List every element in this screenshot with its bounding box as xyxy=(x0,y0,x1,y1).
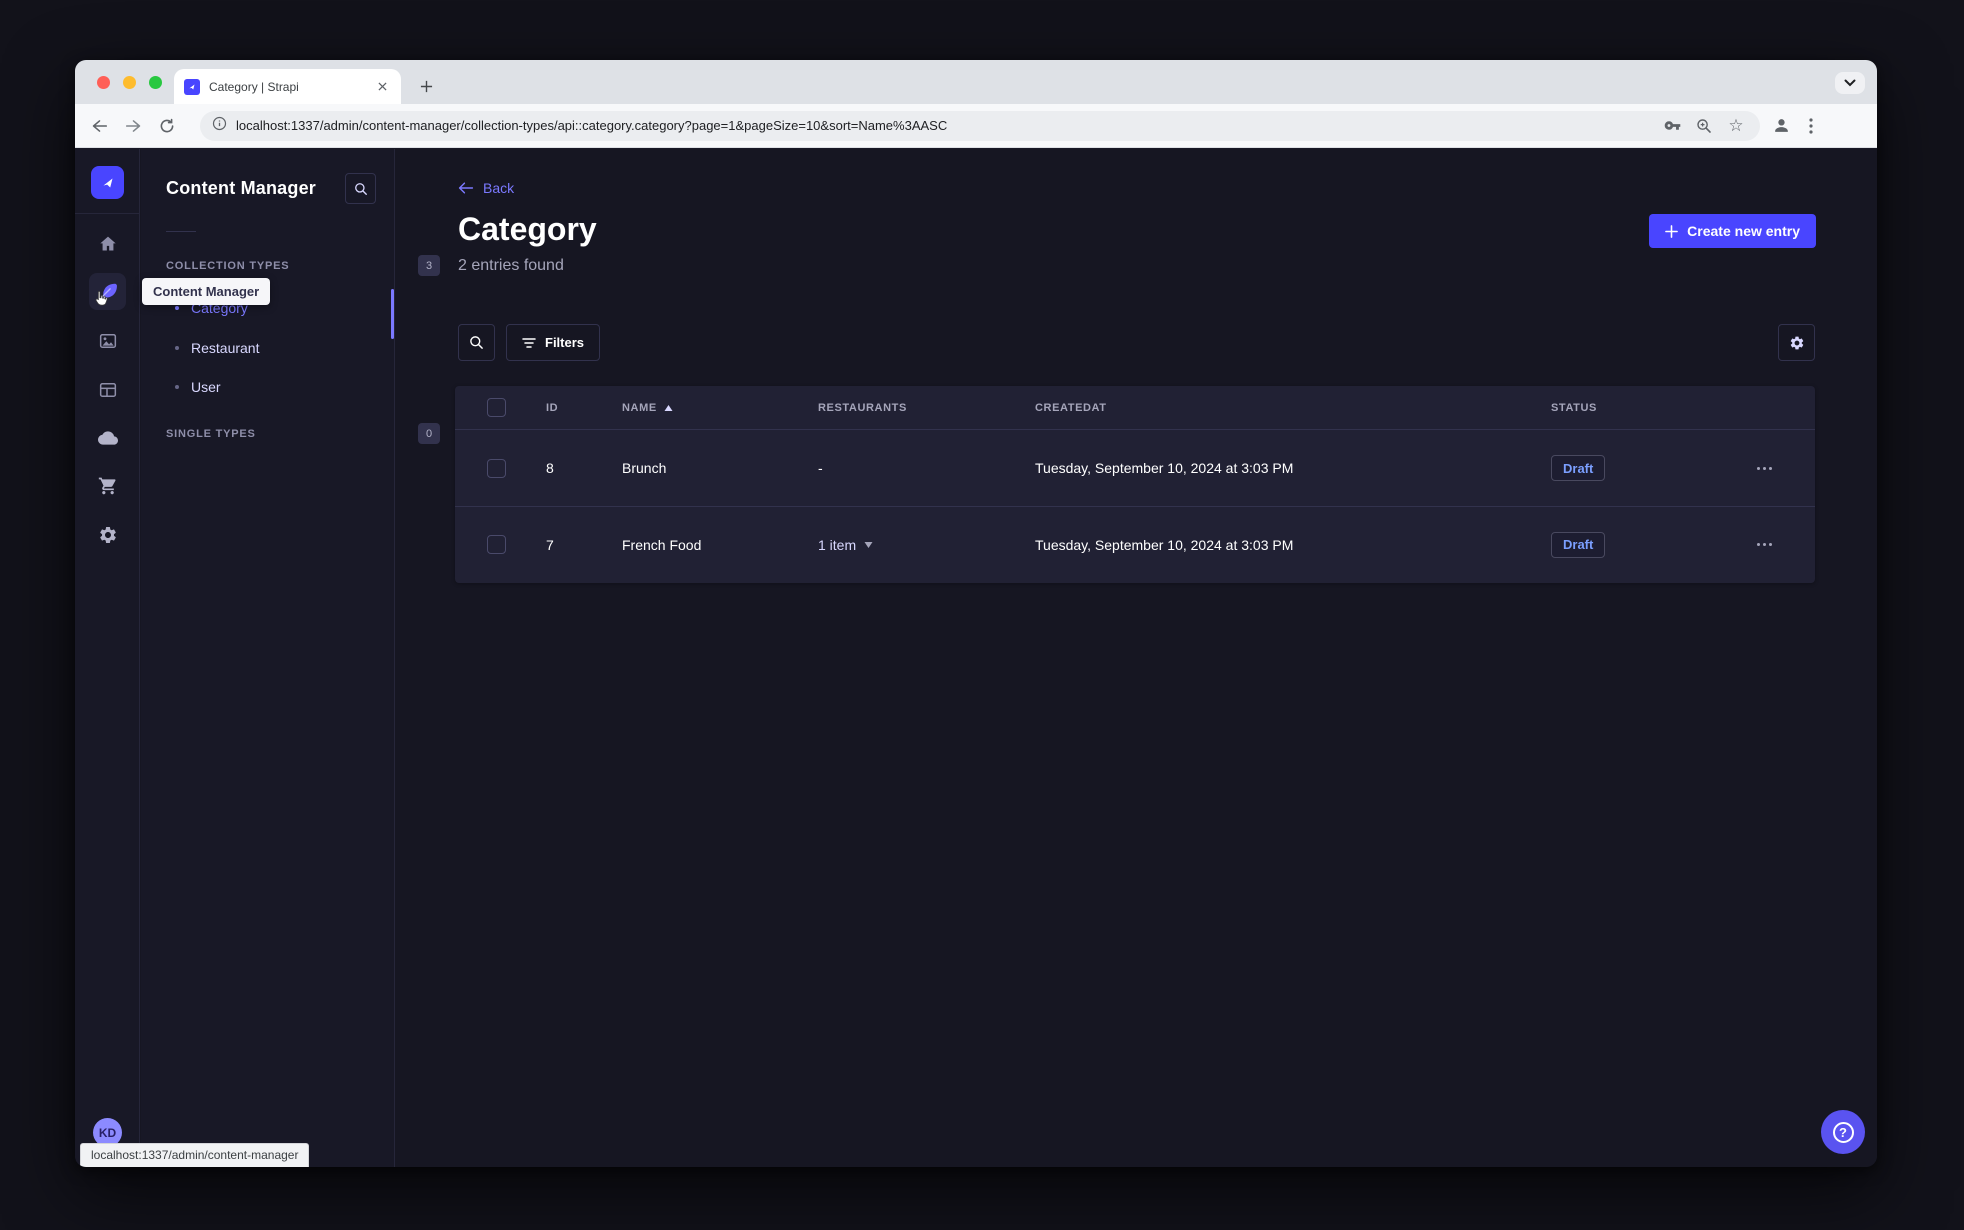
browser-window: Category | Strapi localhost:1337/admin/c… xyxy=(75,60,1877,1167)
collection-types-label: COLLECTION TYPES xyxy=(166,260,290,272)
header-id[interactable]: ID xyxy=(546,402,622,414)
bookmark-star-icon[interactable]: ☆ xyxy=(1724,114,1748,138)
view-settings-button[interactable] xyxy=(1778,324,1815,361)
question-mark-icon: ? xyxy=(1832,1121,1854,1143)
home-icon[interactable] xyxy=(89,225,126,262)
filters-row: Filters xyxy=(458,324,1815,361)
main-nav-rail: KD xyxy=(75,149,140,1167)
cell-name: French Food xyxy=(622,536,702,553)
content-type-builder-icon[interactable] xyxy=(89,371,126,408)
bullet-icon xyxy=(175,306,179,310)
strapi-app: KD Content Manager COLLECTION TYPES 3 Ca… xyxy=(75,149,1877,1167)
header-createdat[interactable]: CREATEDAT xyxy=(1035,402,1551,414)
bullet-icon xyxy=(175,346,179,350)
entries-table: ID NAME RESTAURANTS CREATEDAT STATUS 8 B… xyxy=(455,386,1815,583)
browser-back-icon[interactable] xyxy=(84,111,114,141)
url-text[interactable]: localhost:1337/admin/content-manager/col… xyxy=(236,118,1652,133)
marketplace-cart-icon[interactable] xyxy=(89,467,126,504)
row-checkbox[interactable] xyxy=(487,535,506,554)
tab-title: Category | Strapi xyxy=(209,79,299,94)
browser-reload-icon[interactable] xyxy=(152,111,182,141)
table-row[interactable]: 8 Brunch - Tuesday, September 10, 2024 a… xyxy=(455,430,1815,506)
cell-name: Brunch xyxy=(622,460,667,476)
header-name[interactable]: NAME xyxy=(622,402,818,414)
browser-forward-icon[interactable] xyxy=(118,111,148,141)
passwords-key-icon[interactable] xyxy=(1660,114,1684,138)
cell-restaurants-expand[interactable]: 1 item xyxy=(818,537,1035,553)
page-title: Category xyxy=(458,211,597,247)
url-bar[interactable]: localhost:1337/admin/content-manager/col… xyxy=(200,110,1760,141)
browser-menu-icon[interactable] xyxy=(1796,111,1826,141)
back-link[interactable]: Back xyxy=(458,180,514,196)
status-badge: Draft xyxy=(1551,455,1606,481)
pointer-hand-cursor xyxy=(92,290,109,313)
browser-status-bubble: localhost:1337/admin/content-manager xyxy=(80,1143,310,1167)
cell-id: 7 xyxy=(546,536,554,553)
single-types-label: SINGLE TYPES xyxy=(166,428,256,440)
table-search-button[interactable] xyxy=(458,324,495,361)
content-manager-tooltip: Content Manager xyxy=(142,278,271,305)
cell-createdat: Tuesday, September 10, 2024 at 3:03 PM xyxy=(1035,460,1294,476)
bullet-icon xyxy=(175,385,179,389)
back-label: Back xyxy=(483,180,515,196)
main-content: Back Category 2 entries found Create new… xyxy=(395,149,1877,1167)
rail-divider xyxy=(75,213,140,214)
filters-button[interactable]: Filters xyxy=(506,324,601,361)
browser-toolbar: localhost:1337/admin/content-manager/col… xyxy=(75,104,1877,148)
cloud-icon[interactable] xyxy=(89,419,126,456)
cell-id: 8 xyxy=(546,460,554,476)
header-restaurants: RESTAURANTS xyxy=(818,401,907,414)
subnav-item-label: Restaurant xyxy=(191,340,260,356)
filters-button-label: Filters xyxy=(545,335,585,350)
media-library-icon[interactable] xyxy=(89,322,126,359)
browser-tabstrip: Category | Strapi xyxy=(75,60,1877,104)
settings-gear-icon[interactable] xyxy=(89,516,126,553)
row-actions-menu[interactable] xyxy=(1751,455,1777,481)
minimize-window-button[interactable] xyxy=(123,76,136,89)
plus-icon xyxy=(1665,224,1679,238)
cell-createdat: Tuesday, September 10, 2024 at 3:03 PM xyxy=(1035,536,1294,553)
site-info-icon[interactable] xyxy=(212,116,227,136)
browser-tab[interactable]: Category | Strapi xyxy=(174,69,401,104)
create-new-entry-button[interactable]: Create new entry xyxy=(1649,214,1816,248)
help-button[interactable]: ? xyxy=(1821,1110,1865,1154)
zoom-in-icon[interactable] xyxy=(1692,114,1716,138)
new-tab-button[interactable] xyxy=(413,73,439,99)
profile-avatar-icon[interactable] xyxy=(1766,111,1796,141)
filter-lines-icon xyxy=(522,337,536,348)
sort-ascending-icon xyxy=(664,404,673,411)
cell-restaurants: - xyxy=(818,460,823,476)
strapi-logo-icon[interactable] xyxy=(91,166,124,199)
subnav-title: Content Manager xyxy=(166,178,317,198)
subnav-item-label: User xyxy=(191,379,221,395)
header-status: STATUS xyxy=(1551,401,1597,414)
subnav-item-user[interactable]: User xyxy=(166,370,376,404)
table-row[interactable]: 7 French Food 1 item Tuesday, September … xyxy=(455,506,1815,582)
tab-search-chevron-icon[interactable] xyxy=(1835,72,1865,94)
status-badge: Draft xyxy=(1551,531,1606,558)
close-window-button[interactable] xyxy=(97,76,110,89)
chevron-down-icon xyxy=(864,541,873,548)
select-all-checkbox[interactable] xyxy=(487,398,506,417)
subnav-item-restaurant[interactable]: Restaurant xyxy=(166,331,376,365)
window-controls xyxy=(97,76,162,89)
subnav-scroll-indicator xyxy=(391,289,394,339)
create-button-label: Create new entry xyxy=(1687,223,1800,239)
subnav-search-button[interactable] xyxy=(345,173,376,204)
strapi-favicon-icon xyxy=(184,78,200,95)
back-arrow-icon xyxy=(458,182,474,194)
table-header-row: ID NAME RESTAURANTS CREATEDAT STATUS xyxy=(455,386,1815,430)
tab-close-icon[interactable] xyxy=(374,78,391,95)
row-checkbox[interactable] xyxy=(487,458,506,478)
subnav-divider xyxy=(166,231,196,232)
entries-count: 2 entries found xyxy=(458,257,564,274)
fullscreen-window-button[interactable] xyxy=(149,76,162,89)
row-actions-menu[interactable] xyxy=(1751,532,1777,558)
toolbar-right xyxy=(1766,111,1826,141)
